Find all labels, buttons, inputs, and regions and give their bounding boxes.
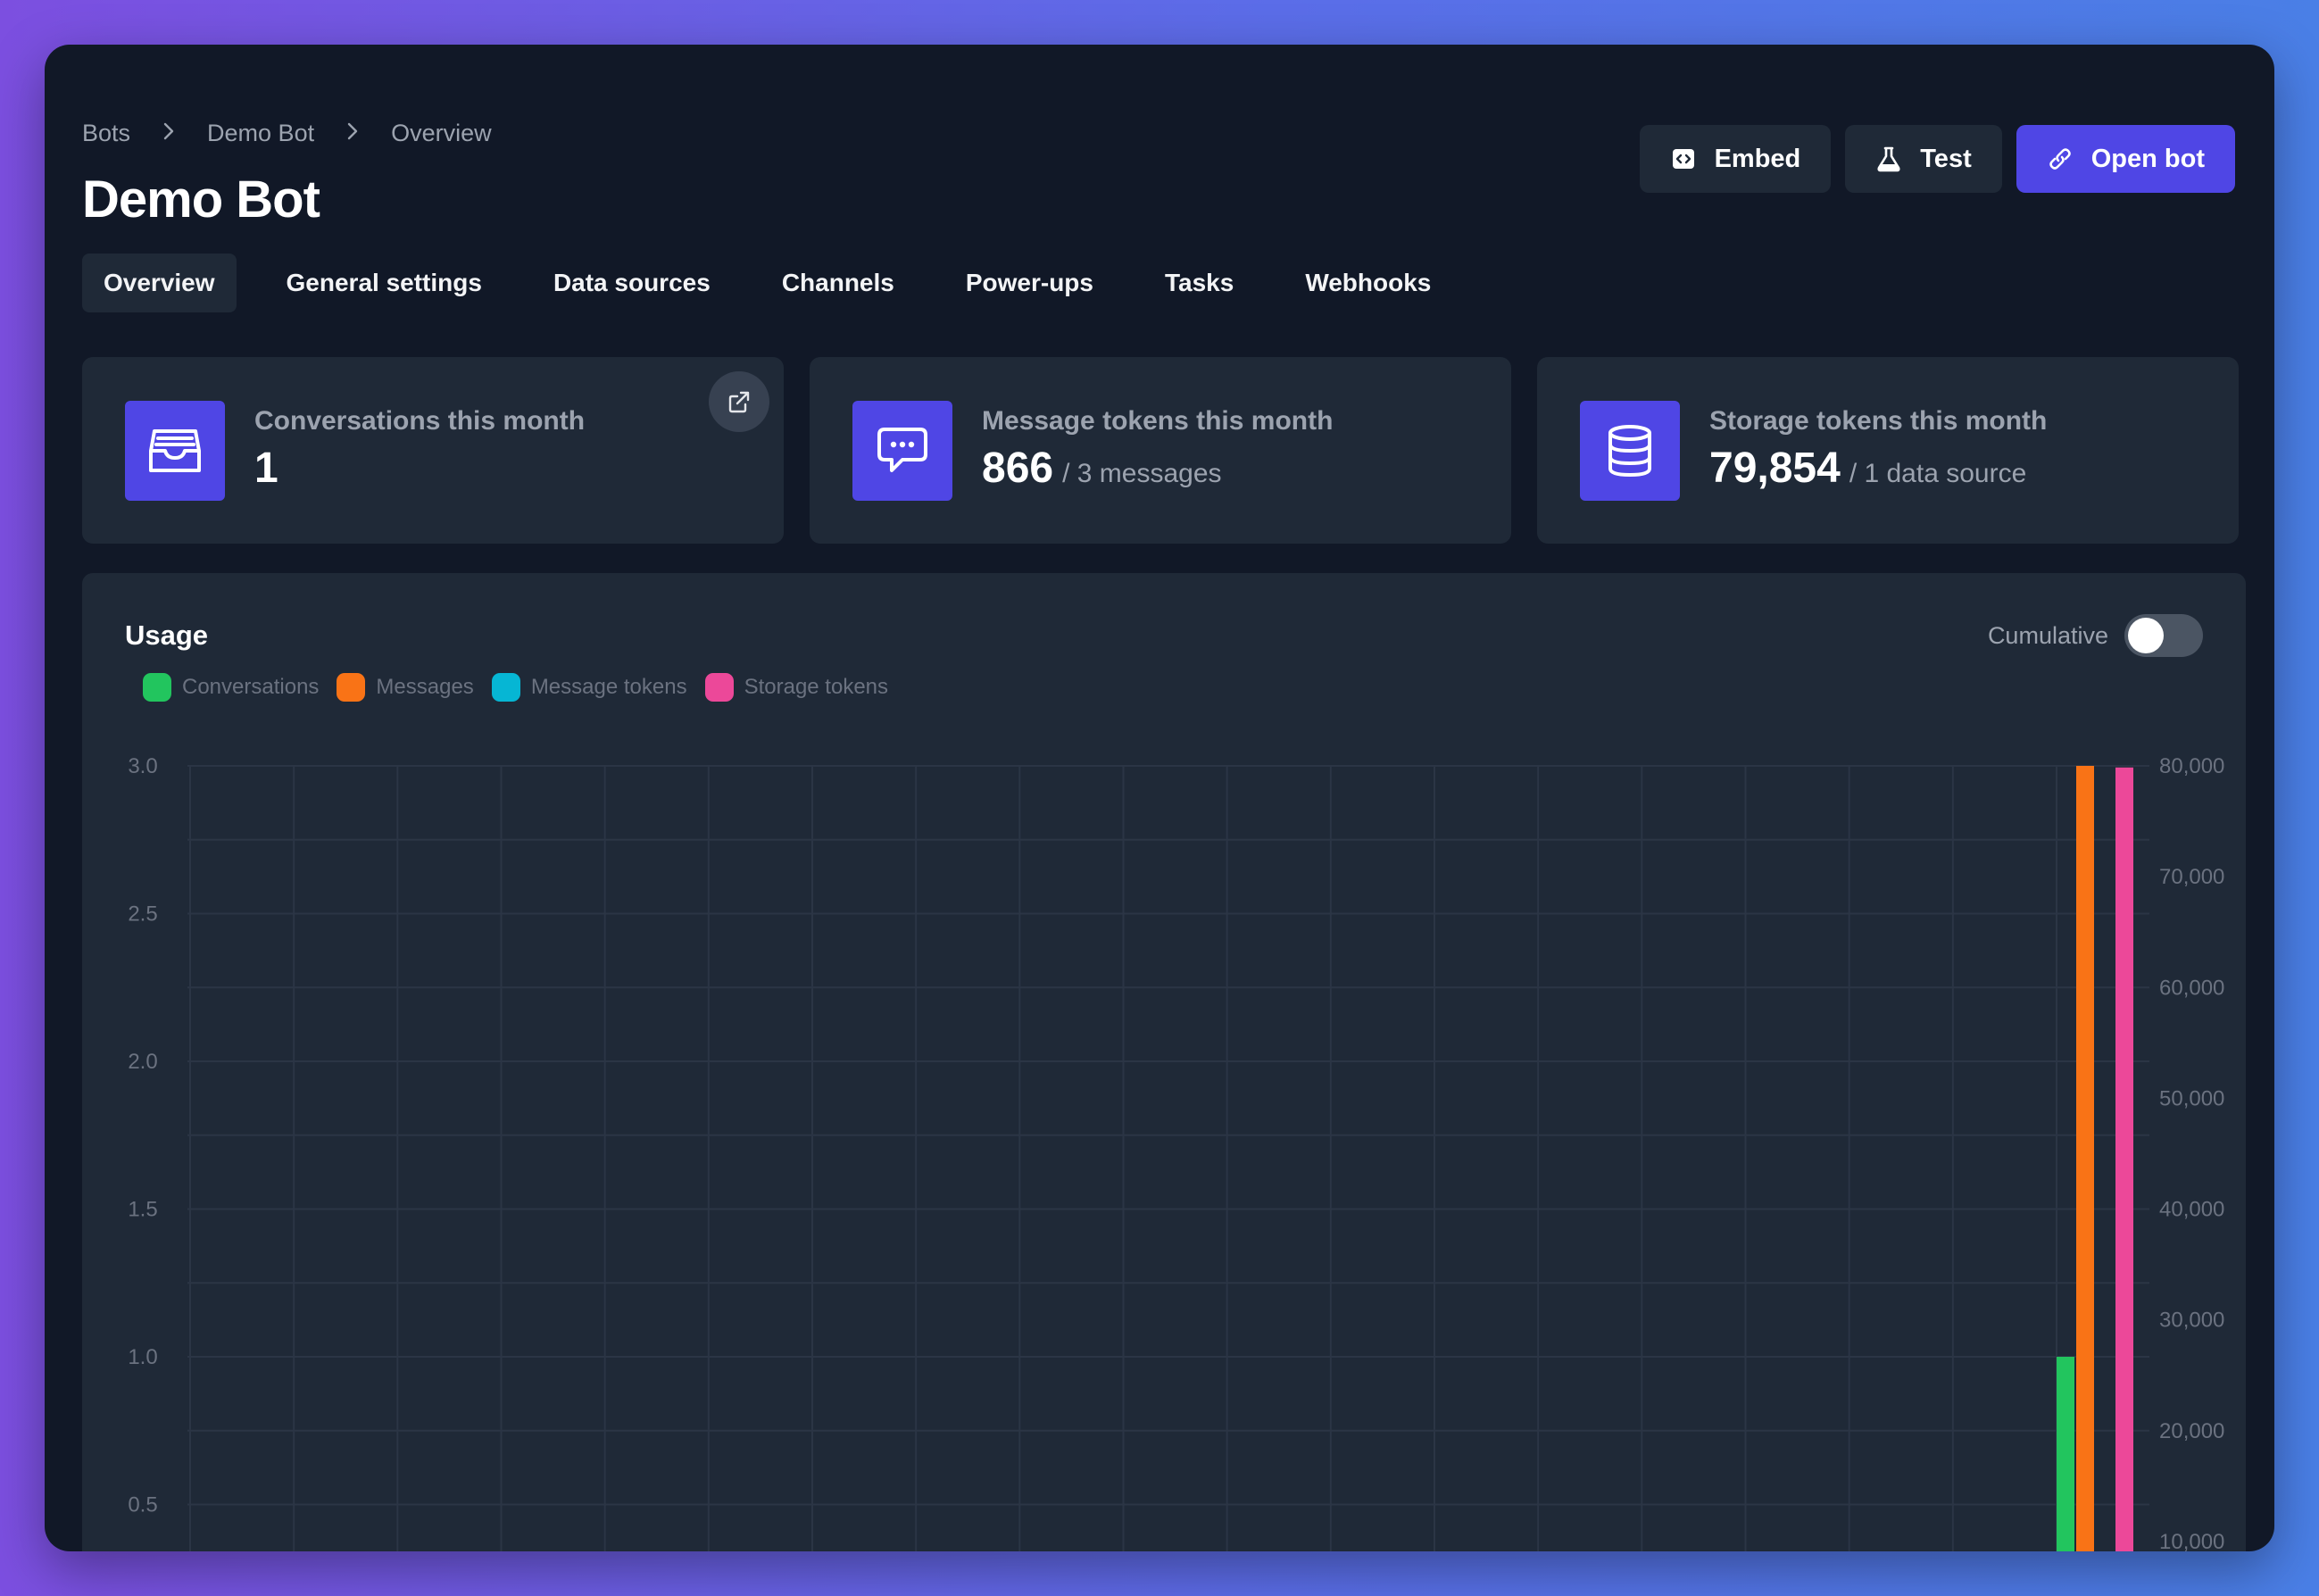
bar-messages: [2076, 766, 2094, 1551]
header-actions: Embed Test Open bot: [1639, 125, 2235, 193]
chevron-right-icon: [346, 120, 359, 147]
y-left-tick-label: 1.5: [128, 1198, 157, 1222]
y-right-tick-label: 80,000: [2159, 754, 2224, 778]
stat-card-storage-tokens: Storage tokens this month 79,854 / 1 dat…: [1537, 357, 2239, 544]
breadcrumb: Bots Demo Bot Overview: [82, 120, 492, 147]
y-right-tick-label: 70,000: [2159, 865, 2224, 889]
stat-value: 866: [982, 445, 1054, 492]
flask-icon: [1875, 145, 1902, 172]
usage-panel: Usage Cumulative Conversations Messages …: [82, 573, 2246, 1551]
tab-tasks[interactable]: Tasks: [1143, 254, 1255, 312]
y-right-tick-label: 30,000: [2159, 1309, 2224, 1333]
tab-overview[interactable]: Overview: [82, 254, 237, 312]
open-bot-button[interactable]: Open bot: [2016, 125, 2235, 193]
y-right-tick-label: 20,000: [2159, 1419, 2224, 1443]
embed-label: Embed: [1714, 144, 1801, 173]
y-left-tick-label: 1.0: [128, 1345, 157, 1369]
stat-value: 1: [254, 445, 278, 492]
database-icon: [1580, 401, 1680, 501]
usage-chart: 3.0 2.5 2.0 1.5 1.0 0.5 80,000 70,000 60,000 50,0…: [128, 754, 2224, 1551]
stat-card-message-tokens: Message tokens this month 866 / 3 messag…: [810, 357, 1511, 544]
app-window: Bots Demo Bot Overview Demo Bot Embed Te…: [45, 45, 2274, 1551]
code-icon: [1670, 145, 1697, 172]
tab-bar: Overview General settings Data sources C…: [82, 254, 1481, 312]
bar-storage-tokens: [2115, 767, 2133, 1551]
stat-label: Conversations this month: [254, 406, 586, 436]
y-left-tick-label: 2.5: [128, 902, 157, 927]
inbox-icon: [125, 401, 225, 501]
open-bot-label: Open bot: [2090, 144, 2205, 173]
breadcrumb-bots[interactable]: Bots: [82, 120, 130, 147]
link-icon: [2047, 145, 2074, 172]
y-right-tick-label: 40,000: [2159, 1198, 2224, 1222]
y-right-tick-label: 60,000: [2159, 976, 2224, 1000]
test-label: Test: [1920, 144, 1972, 173]
tab-general-settings[interactable]: General settings: [265, 254, 503, 312]
stat-value-row: 1: [254, 444, 278, 493]
stat-value: 79,854: [1709, 445, 1841, 492]
tab-power-ups[interactable]: Power-ups: [944, 254, 1115, 312]
page-title: Demo Bot: [82, 170, 320, 229]
chat-bubble-icon: [852, 401, 952, 501]
y-left-tick-label: 3.0: [128, 754, 157, 778]
embed-button[interactable]: Embed: [1639, 125, 1832, 193]
breadcrumb-demo-bot[interactable]: Demo Bot: [207, 120, 314, 147]
test-button[interactable]: Test: [1845, 125, 2002, 193]
y-left-tick-label: 0.5: [128, 1493, 157, 1517]
breadcrumb-overview[interactable]: Overview: [391, 120, 492, 147]
stat-subtext: / 1 data source: [1849, 459, 2027, 488]
y-right-tick-label: 50,000: [2159, 1086, 2224, 1110]
stat-subtext: / 3 messages: [1062, 459, 1222, 488]
tab-channels[interactable]: Channels: [761, 254, 916, 312]
tab-data-sources[interactable]: Data sources: [532, 254, 732, 312]
chevron-right-icon: [162, 120, 175, 147]
tab-webhooks[interactable]: Webhooks: [1284, 254, 1452, 312]
y-left-tick-label: 2.0: [128, 1050, 157, 1074]
y-right-tick-label: 10,000: [2159, 1530, 2224, 1551]
stat-value-row: 866 / 3 messages: [982, 444, 1222, 493]
stat-value-row: 79,854 / 1 data source: [1709, 444, 2026, 493]
stat-label: Storage tokens this month: [1709, 406, 2048, 436]
external-link-icon[interactable]: [709, 371, 769, 432]
bar-conversations: [2057, 1357, 2074, 1551]
stat-label: Message tokens this month: [982, 406, 1334, 436]
stat-card-conversations: Conversations this month 1: [82, 357, 784, 544]
